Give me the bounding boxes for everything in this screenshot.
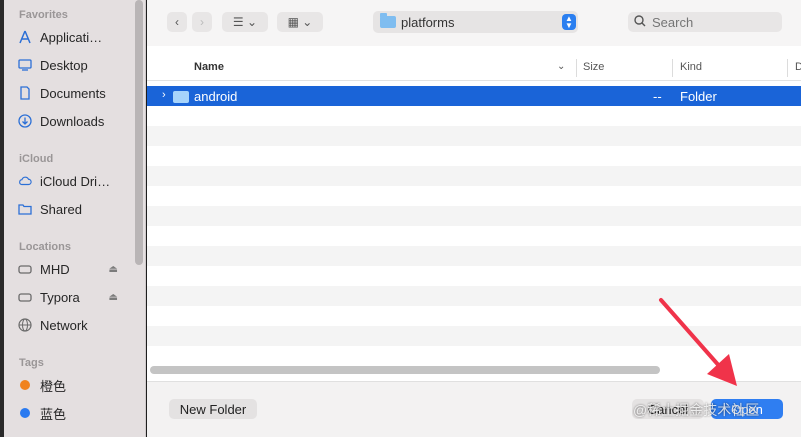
sidebar-item-documents[interactable]: Documents: [18, 82, 136, 104]
empty-row: [147, 266, 801, 286]
sidebar-item-label: Applicati…: [40, 29, 103, 45]
grid-view-button[interactable]: ▦ ⌄: [277, 12, 323, 32]
sidebar-item-label: iCloud Dri…: [40, 173, 111, 189]
sidebar-item-label: Network: [40, 317, 88, 333]
toolbar: ‹ › ☰ ⌄ ▦ ⌄ platforms ▲ ▼: [147, 0, 801, 46]
grid-view-icon: ▦ ⌄: [287, 15, 313, 29]
column-kind[interactable]: Kind: [680, 61, 702, 73]
sidebar-item-label: 橙色: [40, 378, 67, 394]
folder-icon: [380, 13, 396, 28]
column-date[interactable]: D: [795, 61, 801, 73]
sidebar-item-label: Documents: [40, 85, 106, 101]
tag-dot-icon: [20, 380, 30, 390]
file-kind: Folder: [680, 89, 717, 104]
file-name: android: [194, 89, 238, 104]
empty-row: [147, 146, 801, 166]
column-divider[interactable]: [787, 59, 788, 77]
column-header: Name ⌄ Size Kind D: [147, 55, 801, 81]
applications-icon: [18, 30, 32, 44]
table-row[interactable]: › android -- Folder: [147, 86, 801, 106]
empty-row: [147, 226, 801, 246]
empty-row: [147, 166, 801, 186]
popup-stepper-icon: ▲ ▼: [562, 14, 576, 30]
new-folder-button[interactable]: New Folder: [169, 399, 257, 419]
empty-row: [147, 126, 801, 146]
eject-icon[interactable]: ⏏: [109, 264, 118, 275]
empty-row: [147, 206, 801, 226]
column-divider[interactable]: [672, 59, 673, 77]
sidebar-section-tags: Tags: [19, 357, 44, 369]
sidebar: Favorites Applicati… Desktop Documents D…: [4, 0, 146, 437]
search-field[interactable]: [628, 12, 782, 32]
chevron-left-icon: ‹: [175, 15, 179, 29]
list-view-icon: ☰ ⌄: [232, 15, 258, 29]
sidebar-item-desktop[interactable]: Desktop: [18, 54, 136, 76]
drive-icon: [18, 262, 32, 276]
sidebar-item-label: Shared: [40, 201, 82, 217]
red-annotation-arrow-icon: [659, 298, 737, 386]
sidebar-item-label: 蓝色: [40, 406, 67, 422]
sidebar-item-applications[interactable]: Applicati…: [18, 26, 136, 48]
cloud-icon: [18, 174, 32, 188]
current-folder-name: platforms: [401, 14, 455, 30]
desktop-icon: [18, 58, 32, 72]
disclosure-chevron-icon[interactable]: ›: [162, 89, 166, 101]
sidebar-tag-orange[interactable]: 橙色: [18, 374, 136, 396]
watermark: @稀土掘金技术社区: [633, 402, 760, 418]
downloads-icon: [18, 114, 32, 128]
sidebar-section-favorites: Favorites: [19, 9, 68, 21]
empty-row: [147, 186, 801, 206]
column-name[interactable]: Name: [194, 61, 224, 73]
documents-icon: [18, 86, 32, 100]
sidebar-item-label: Desktop: [40, 57, 88, 73]
eject-icon[interactable]: ⏏: [109, 292, 118, 303]
sidebar-item-downloads[interactable]: Downloads: [18, 110, 136, 132]
folder-icon: [173, 91, 189, 103]
sidebar-item-icloud-drive[interactable]: iCloud Dri…: [18, 170, 136, 192]
back-button[interactable]: ‹: [167, 12, 187, 32]
search-icon: [634, 14, 646, 30]
sidebar-item-label: Downloads: [40, 113, 105, 129]
empty-row: [147, 246, 801, 266]
sidebar-item-label: Typora: [40, 289, 80, 305]
sidebar-item-network[interactable]: Network: [18, 314, 136, 336]
sidebar-item-mhd[interactable]: MHD ⏏: [18, 258, 136, 280]
column-size[interactable]: Size: [583, 61, 604, 73]
sidebar-section-locations: Locations: [19, 241, 71, 253]
horizontal-scrollbar[interactable]: [150, 366, 660, 374]
list-view-button[interactable]: ☰ ⌄: [222, 12, 268, 32]
chevron-right-icon: ›: [200, 15, 204, 29]
globe-icon: [18, 318, 32, 332]
sidebar-scrollbar[interactable]: [135, 0, 143, 265]
file-size: --: [653, 89, 662, 104]
shared-folder-icon: [18, 202, 32, 216]
sidebar-item-label: MHD: [40, 261, 70, 277]
sidebar-item-typora[interactable]: Typora ⏏: [18, 286, 136, 308]
search-input[interactable]: [652, 14, 772, 30]
forward-button[interactable]: ›: [192, 12, 212, 32]
drive-icon: [18, 290, 32, 304]
sort-chevron-down-icon[interactable]: ⌄: [557, 61, 565, 72]
sidebar-section-icloud: iCloud: [19, 153, 54, 165]
sidebar-item-shared[interactable]: Shared: [18, 198, 136, 220]
path-popup-button[interactable]: platforms ▲ ▼: [373, 11, 578, 33]
tag-dot-icon: [20, 408, 30, 418]
column-divider[interactable]: [576, 59, 577, 77]
sidebar-tag-blue[interactable]: 蓝色: [18, 402, 136, 424]
empty-row: [147, 106, 801, 126]
